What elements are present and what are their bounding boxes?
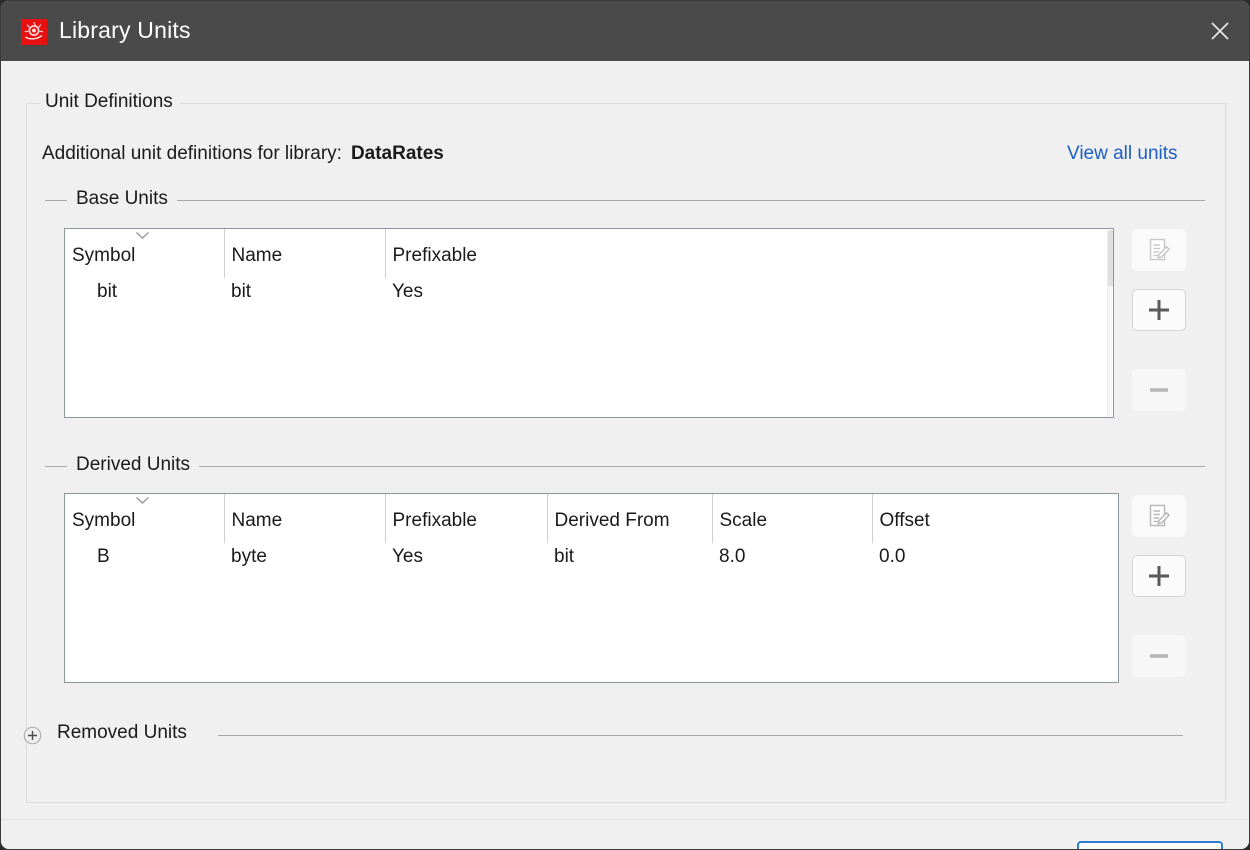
derived-unit-name: byte [224, 543, 385, 574]
derived-units-col-offset-label: Offset [879, 510, 930, 531]
close-icon[interactable] [1189, 1, 1249, 61]
base-units-table[interactable]: Symbol Name Prefixable bit bit Yes [64, 228, 1114, 418]
library-units-dialog: Library Units Unit Definitions Additiona… [0, 0, 1250, 850]
unit-definitions-title: Unit Definitions [41, 91, 180, 113]
derived-units-col-derived-from-label: Derived From [554, 510, 670, 531]
close-button[interactable]: Close [1077, 841, 1223, 849]
base-units-col-symbol-label: Symbol [72, 245, 136, 266]
derived-units-header-row: Symbol Name Prefixable Derived From Scal [65, 494, 1118, 543]
app-logo-icon [21, 19, 47, 45]
derived-units-legend: Derived Units [67, 454, 200, 476]
add-derived-unit-button[interactable] [1132, 555, 1186, 597]
derived-unit-symbol: B [65, 543, 224, 574]
edit-derived-unit-button[interactable] [1132, 495, 1186, 537]
derived-units-col-name[interactable]: Name [224, 494, 386, 543]
view-all-units-link[interactable]: View all units [1067, 143, 1178, 165]
base-units-col-name-label: Name [231, 245, 283, 266]
base-units-col-prefixable[interactable]: Prefixable [385, 229, 1113, 278]
derived-units-col-name-label: Name [231, 510, 283, 531]
derived-units-table[interactable]: Symbol Name Prefixable Derived From Scal [64, 493, 1119, 683]
sort-chevron-down-icon [135, 496, 151, 506]
library-name: DataRates [350, 143, 444, 164]
derived-units-col-scale[interactable]: Scale [712, 494, 873, 543]
base-units-groupbox: Base Units [45, 188, 1205, 210]
base-units-legend: Base Units [67, 188, 177, 210]
derived-units-col-prefixable-label: Prefixable [392, 510, 478, 531]
plus-circle-icon[interactable] [23, 726, 42, 745]
sort-chevron-down-icon [135, 231, 151, 241]
add-base-unit-button[interactable] [1132, 289, 1186, 331]
derived-units-col-prefixable[interactable]: Prefixable [385, 494, 548, 543]
base-units-header-row: Symbol Name Prefixable [65, 229, 1113, 278]
base-unit-symbol: bit [65, 278, 224, 309]
table-row[interactable]: bit bit Yes [65, 278, 1113, 309]
remove-derived-unit-button[interactable] [1132, 635, 1186, 677]
removed-units-section[interactable]: Removed Units [23, 722, 1183, 748]
derived-units-col-derived-from[interactable]: Derived From [547, 494, 713, 543]
derived-unit-scale: 8.0 [712, 543, 872, 574]
base-units-scroll-thumb[interactable] [1108, 230, 1113, 286]
base-unit-prefixable: Yes [385, 278, 1113, 309]
edit-base-unit-button[interactable] [1132, 229, 1186, 271]
derived-units-groupbox: Derived Units [45, 454, 1205, 476]
unit-definitions-groupbox [26, 103, 1226, 803]
derived-unit-offset: 0.0 [872, 543, 1118, 574]
footer-separator [1, 819, 1249, 820]
derived-unit-derived-from: bit [547, 543, 712, 574]
base-units-col-name[interactable]: Name [224, 229, 386, 278]
base-units-col-prefixable-label: Prefixable [392, 245, 478, 266]
derived-unit-prefixable: Yes [385, 543, 547, 574]
base-units-col-symbol[interactable]: Symbol [65, 229, 225, 278]
removed-units-rule [218, 735, 1183, 736]
remove-base-unit-button[interactable] [1132, 369, 1186, 411]
base-units-legend-dash [45, 200, 63, 201]
title-bar: Library Units [1, 1, 1249, 61]
derived-units-col-offset[interactable]: Offset [872, 494, 1118, 543]
derived-units-col-symbol[interactable]: Symbol [65, 494, 225, 543]
base-units-scrollbar[interactable] [1107, 230, 1113, 417]
base-unit-name: bit [224, 278, 385, 309]
derived-units-legend-dash [45, 466, 63, 467]
library-info-prefix: Additional unit definitions for library: [42, 143, 342, 164]
derived-units-col-scale-label: Scale [719, 510, 768, 531]
removed-units-legend: Removed Units [57, 722, 187, 743]
table-row[interactable]: B byte Yes bit 8.0 0.0 [65, 543, 1118, 574]
dialog-body: Unit Definitions Additional unit definit… [1, 61, 1249, 849]
window-title: Library Units [59, 17, 191, 43]
library-info-line: Additional unit definitions for library:… [42, 143, 444, 165]
derived-units-col-symbol-label: Symbol [72, 510, 136, 531]
